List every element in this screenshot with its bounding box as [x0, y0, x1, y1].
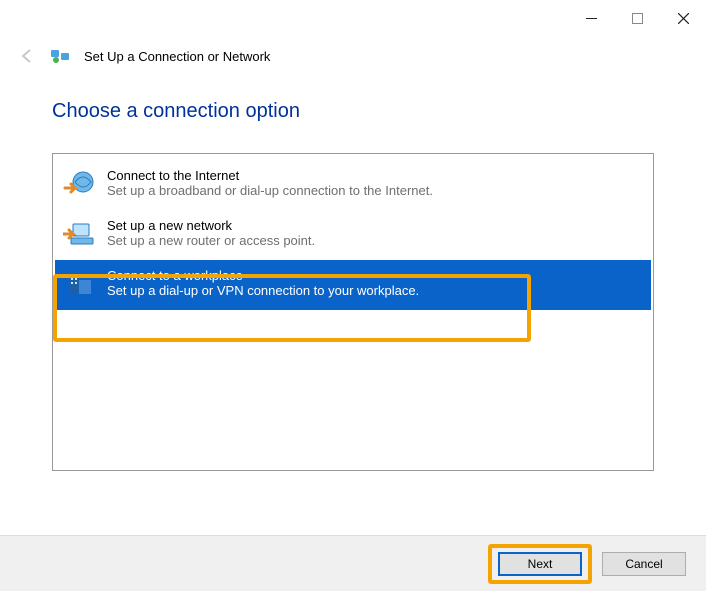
window-title: Set Up a Connection or Network — [84, 49, 270, 64]
window-titlebar — [0, 0, 706, 32]
workplace-icon — [63, 268, 97, 302]
option-connect-workplace[interactable]: Connect to a workplace Set up a dial-up … — [55, 260, 651, 310]
option-title: Connect to a workplace — [107, 268, 419, 283]
wizard-content: Choose a connection option Connect to th… — [0, 72, 706, 471]
option-title: Set up a new network — [107, 218, 315, 233]
next-button-label: Next — [528, 557, 553, 571]
wizard-footer: Next Cancel — [0, 535, 706, 591]
close-button[interactable] — [660, 4, 706, 32]
router-icon — [63, 218, 97, 252]
connection-options-list: Connect to the Internet Set up a broadba… — [52, 153, 654, 471]
option-desc: Set up a dial-up or VPN connection to yo… — [107, 283, 419, 298]
cancel-button-label: Cancel — [625, 557, 662, 571]
next-button[interactable]: Next — [498, 552, 582, 576]
minimize-button[interactable] — [568, 4, 614, 32]
option-connect-internet[interactable]: Connect to the Internet Set up a broadba… — [55, 160, 651, 210]
annotation-highlight-next: Next — [488, 544, 592, 584]
instruction-heading: Choose a connection option — [52, 100, 654, 123]
maximize-button[interactable] — [614, 4, 660, 32]
cancel-button[interactable]: Cancel — [602, 552, 686, 576]
wizard-header: Set Up a Connection or Network — [0, 32, 706, 72]
option-setup-network[interactable]: Set up a new network Set up a new router… — [55, 210, 651, 260]
network-wizard-icon — [50, 46, 70, 66]
option-title: Connect to the Internet — [107, 168, 433, 183]
option-desc: Set up a broadband or dial-up connection… — [107, 183, 433, 198]
globe-icon — [63, 168, 97, 202]
back-arrow-icon — [18, 47, 36, 65]
option-desc: Set up a new router or access point. — [107, 233, 315, 248]
